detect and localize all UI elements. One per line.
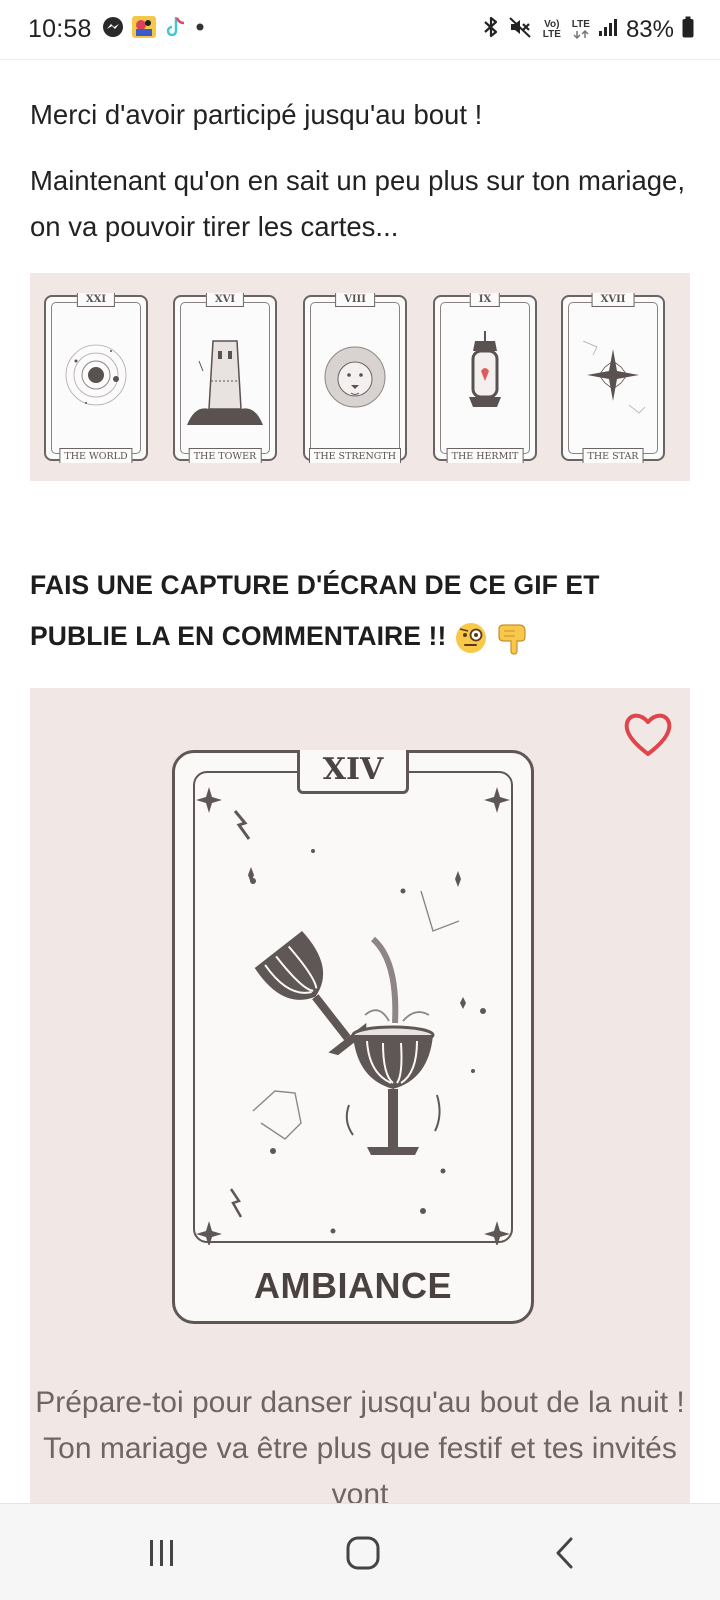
lte-label: LTE xyxy=(571,19,590,30)
recent-apps-button[interactable] xyxy=(132,1532,192,1574)
card-name: THE TOWER xyxy=(188,448,262,463)
lion-icon xyxy=(324,346,386,408)
tarot-card-hermit: IX THE HERMIT xyxy=(433,293,537,463)
back-button[interactable] xyxy=(535,1532,595,1574)
card-name: THE STRENGTH xyxy=(308,448,402,463)
volte-icon: Vo) LTE xyxy=(542,18,561,40)
card-name: THE HERMIT xyxy=(446,448,524,463)
intro-paragraph: Merci d'avoir participé jusqu'au bout ! xyxy=(30,99,483,130)
tarot-gif[interactable]: XIV AMBIANCE Prépare-toi pour danser jus… xyxy=(30,688,690,1503)
card-number: XXI xyxy=(76,293,116,307)
gif-caption: Prépare-toi pour danser jusqu'au bout de… xyxy=(35,1386,685,1503)
card-number: XVI xyxy=(205,293,245,307)
notification-icons xyxy=(102,15,207,44)
tower-icon xyxy=(187,340,263,425)
home-button[interactable] xyxy=(333,1532,393,1574)
gif-card-number: XIV xyxy=(297,750,409,794)
tarot-intro-paragraph: Maintenant qu'on en sait un peu plus sur… xyxy=(30,165,685,242)
mute-icon xyxy=(508,15,532,44)
tiktok-icon xyxy=(164,15,186,44)
planet-orbit-icon xyxy=(65,344,127,406)
messenger-icon xyxy=(102,16,124,43)
tarot-card-tower: XVI THE TOWER xyxy=(173,293,277,463)
tarot-card-strength: VIII THE STRENGTH xyxy=(303,293,407,463)
lantern-icon xyxy=(469,331,501,407)
section-heading: FAIS UNE CAPTURE D'ÉCRAN DE CE GIF ET PU… xyxy=(30,560,700,662)
card-name: THE STAR xyxy=(582,448,644,463)
battery-percent: 83% xyxy=(625,15,674,43)
home-icon xyxy=(346,1536,380,1570)
pouring-goblets-icon xyxy=(196,787,510,1245)
signal-icon xyxy=(598,17,618,42)
card-name: THE WORLD xyxy=(59,448,133,463)
recent-apps-icon xyxy=(150,1540,173,1566)
status-time: 10:58 xyxy=(28,15,92,43)
gif-card-name: AMBIANCE xyxy=(254,1265,452,1306)
card-number: VIII xyxy=(335,293,375,307)
system-icons: Vo) LTE LTE 83% xyxy=(482,15,694,44)
card-number: IX xyxy=(469,293,501,307)
navigation-bar xyxy=(0,1503,720,1600)
app-avatar-icon xyxy=(131,15,157,44)
more-dot-icon xyxy=(193,20,207,39)
back-icon xyxy=(556,1537,573,1569)
heart-icon[interactable] xyxy=(622,710,674,758)
monocle-face-icon xyxy=(455,623,486,653)
tarot-cards-image: XXI THE WORLD XVI THE TOWER VIII THE STR… xyxy=(30,273,690,481)
pointing-down-icon xyxy=(498,624,526,655)
lte-icon: LTE xyxy=(572,20,590,39)
ambiance-card: XIV AMBIANCE xyxy=(172,750,534,1324)
battery-icon xyxy=(682,16,694,43)
tarot-card-world: XXI THE WORLD xyxy=(44,293,148,463)
card-number: XVII xyxy=(591,293,635,307)
star-icon xyxy=(582,340,646,414)
status-bar: 10:58 Vo) LTE LTE 83% xyxy=(0,0,720,60)
article-content: Merci d'avoir participé jusqu'au bout ! … xyxy=(0,60,720,1503)
bluetooth-icon xyxy=(482,15,500,44)
tarot-card-star: XVII THE STAR xyxy=(561,293,665,463)
